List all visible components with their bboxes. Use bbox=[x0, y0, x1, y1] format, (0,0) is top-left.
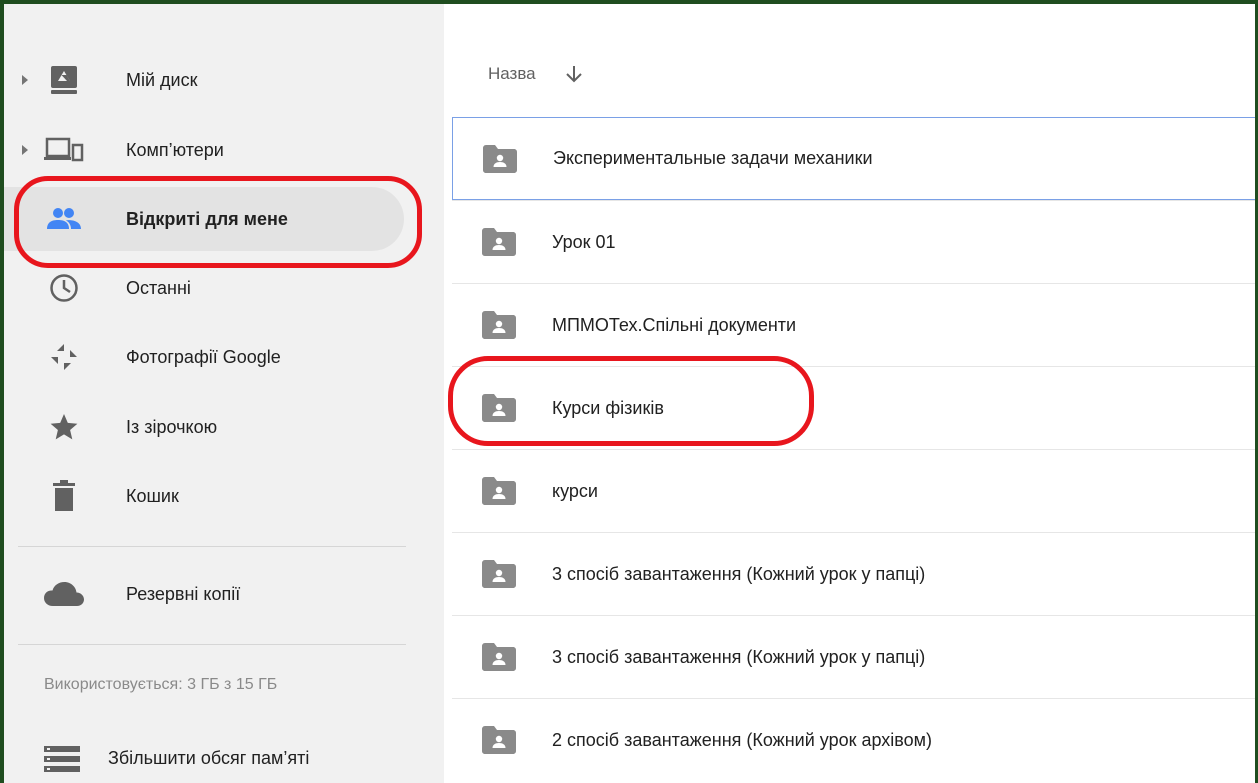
shared-folder-icon bbox=[482, 228, 516, 256]
sidebar-item-label: Кошик bbox=[126, 485, 179, 506]
sidebar-item-label: Резервні копії bbox=[126, 583, 241, 604]
sidebar-item-starred[interactable]: Із зірочкою bbox=[4, 395, 404, 459]
sidebar-item-label: Із зірочкою bbox=[126, 416, 218, 437]
file-name: курси bbox=[552, 480, 598, 501]
file-name: Экспериментальные задачи механики bbox=[553, 148, 873, 168]
clock-icon bbox=[44, 268, 84, 308]
sidebar-item-label: Фотографії Google bbox=[126, 346, 281, 367]
app-window: Мій диск Комп’ютери Відкриті для мене Ос… bbox=[0, 0, 1258, 783]
file-row[interactable]: МПМОТех.Спільні документи bbox=[452, 283, 1255, 366]
shared-folder-icon bbox=[482, 643, 516, 671]
shared-folder-icon bbox=[482, 394, 516, 422]
people-icon bbox=[44, 199, 84, 239]
list-header: Назва bbox=[448, 44, 1255, 104]
shared-folder-icon bbox=[482, 477, 516, 505]
sidebar-item-my-drive[interactable]: Мій диск bbox=[4, 48, 404, 112]
pinwheel-icon bbox=[44, 337, 84, 377]
arrow-down-icon[interactable] bbox=[564, 64, 584, 84]
file-row[interactable]: курси bbox=[452, 449, 1255, 532]
expand-arrow-icon[interactable] bbox=[22, 75, 28, 85]
sidebar-item-label: Останні bbox=[126, 277, 191, 298]
file-name: 3 спосіб завантаження (Кожний урок у пап… bbox=[552, 646, 926, 667]
upgrade-storage-label: Збільшити обсяг пам’яті bbox=[108, 747, 310, 768]
file-name: 3 спосіб завантаження (Кожний урок у пап… bbox=[552, 563, 926, 584]
sidebar-item-recent[interactable]: Останні bbox=[4, 256, 404, 320]
sort-by-name-button[interactable]: Назва bbox=[488, 64, 536, 84]
sidebar-divider bbox=[18, 546, 406, 547]
cloud-icon bbox=[44, 574, 84, 614]
star-icon bbox=[44, 407, 84, 447]
sidebar-item-shared-with-me[interactable]: Відкриті для мене bbox=[4, 187, 404, 251]
sidebar-divider bbox=[18, 644, 406, 645]
file-name: 2 спосіб завантаження (Кожний урок архів… bbox=[552, 729, 933, 750]
storage-usage-text: Використовується: 3 ГБ з 15 ГБ bbox=[44, 676, 278, 693]
file-list-panel: Назва Экспериментальные задачи механики bbox=[448, 4, 1255, 783]
sidebar: Мій диск Комп’ютери Відкриті для мене Ос… bbox=[4, 4, 444, 783]
shared-folder-icon bbox=[482, 311, 516, 339]
file-row[interactable]: 2 спосіб завантаження (Кожний урок архів… bbox=[452, 698, 1255, 781]
sidebar-item-backups[interactable]: Резервні копії bbox=[4, 562, 404, 626]
sidebar-item-label: Мій диск bbox=[126, 69, 198, 90]
file-row[interactable]: 3 спосіб завантаження (Кожний урок у пап… bbox=[452, 615, 1255, 698]
expand-arrow-icon[interactable] bbox=[22, 145, 28, 155]
file-row[interactable]: Урок 01 bbox=[452, 200, 1255, 283]
sidebar-item-google-photos[interactable]: Фотографії Google bbox=[4, 325, 404, 389]
sidebar-item-label: Відкриті для мене bbox=[126, 208, 288, 229]
shared-folder-icon bbox=[483, 144, 517, 173]
file-row[interactable]: Экспериментальные задачи механики bbox=[452, 117, 1255, 200]
trash-icon bbox=[44, 476, 84, 516]
shared-folder-icon bbox=[482, 560, 516, 588]
file-name: МПМОТех.Спільні документи bbox=[552, 314, 797, 335]
file-name: Урок 01 bbox=[552, 231, 616, 252]
computers-icon bbox=[44, 130, 84, 170]
upgrade-storage-link[interactable]: Збільшити обсяг пам’яті bbox=[40, 736, 420, 780]
drive-icon bbox=[44, 60, 84, 100]
sidebar-item-computers[interactable]: Комп’ютери bbox=[4, 118, 404, 182]
file-row[interactable]: Курси фізиків bbox=[452, 366, 1255, 449]
sidebar-item-trash[interactable]: Кошик bbox=[4, 464, 404, 528]
sidebar-item-label: Комп’ютери bbox=[126, 139, 224, 160]
shared-folder-icon bbox=[482, 726, 516, 754]
file-row[interactable]: 3 спосіб завантаження (Кожний урок у пап… bbox=[452, 532, 1255, 615]
storage-list-icon bbox=[44, 746, 80, 777]
file-name: Курси фізиків bbox=[552, 397, 664, 418]
